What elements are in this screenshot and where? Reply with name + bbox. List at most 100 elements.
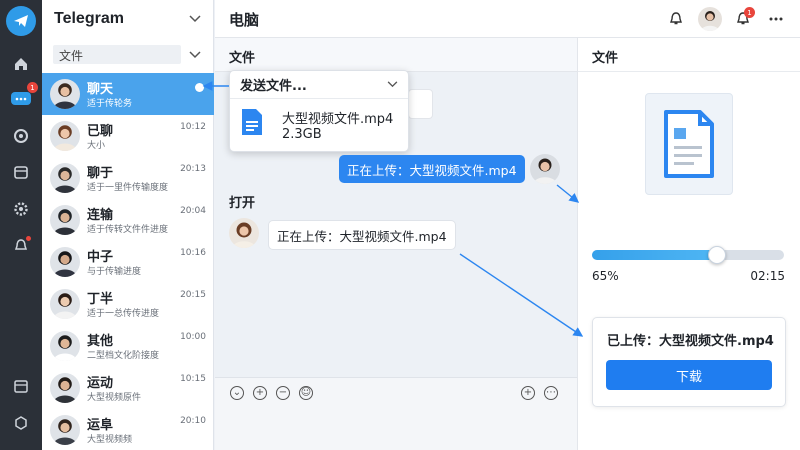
chat-list-item[interactable]: 已聊大小 10:12 [42, 115, 214, 157]
chat-preview: 适于传转文件件进度 [87, 225, 169, 235]
upload-progress-fill [592, 250, 717, 260]
chat-time: 20:10 [180, 416, 206, 426]
conversation-title: 电脑 [229, 11, 260, 29]
chat-name: 聊于 [87, 166, 114, 181]
remove-icon[interactable]: − [276, 386, 290, 400]
popup-file-name: 大型视频文件.mp4 [282, 112, 394, 127]
notifications-icon[interactable] [11, 236, 31, 256]
selected-dot [195, 83, 204, 92]
outgoing-message: 正在上传：大型视频文件.mp4 [339, 155, 525, 183]
progress-handle[interactable] [708, 246, 726, 264]
upload-complete-card: 已上传：大型视频文件.mp4 下载 [592, 317, 786, 407]
avatar [50, 331, 80, 361]
more-icon[interactable] [765, 8, 787, 30]
message-composer[interactable]: ⌄ + − ☺ + ⋯ [215, 377, 577, 450]
chat-list-item[interactable]: 中子与于传输进度 10:16 [42, 241, 214, 283]
avatar [50, 79, 80, 109]
chat-preview: 适于一里件传输度度 [87, 183, 169, 193]
chat-preview: 大小 [87, 141, 106, 151]
conversation-subheader: 文件 [215, 38, 577, 72]
chat-time: 10:00 [180, 332, 206, 342]
attach-add-icon[interactable]: + [521, 386, 535, 400]
chat-list-item[interactable]: 聊天 适于传轮务 [42, 73, 214, 115]
popup-title: 发送文件... [240, 79, 307, 94]
chat-name: 中子 [87, 250, 114, 265]
avatar [229, 218, 259, 248]
message-bubble [408, 89, 433, 119]
chat-name: 已聊 [87, 124, 114, 139]
chat-filter-select[interactable]: 文件 [48, 44, 207, 65]
app-title: Telegram [54, 10, 124, 27]
avatar [50, 247, 80, 277]
document-icon [664, 110, 714, 178]
chat-time: 10:15 [180, 374, 206, 384]
chevron-down-icon[interactable] [387, 81, 398, 88]
chat-name: 其他 [87, 334, 114, 349]
notifications-dot [26, 236, 31, 241]
bell-icon[interactable] [665, 8, 687, 30]
chat-preview: 与于传输进度 [87, 267, 142, 277]
chevron-down-icon [189, 50, 201, 58]
chat-list-item[interactable]: 运阜大型视频频 20:10 [42, 409, 214, 450]
status-icon[interactable] [11, 126, 31, 146]
uploaded-status-text: 已上传：大型视频文件.mp4 [607, 334, 774, 349]
chat-list-item[interactable]: 丁半适于一总传传进度 20:15 [42, 283, 214, 325]
file-panel-title: 文件 [592, 51, 619, 66]
calendar-icon[interactable] [11, 376, 31, 396]
chat-time: 20:04 [180, 206, 206, 216]
avatar [50, 415, 80, 445]
chat-filter-value: 文件 [53, 45, 181, 64]
archive-icon[interactable] [11, 162, 31, 182]
chat-list-panel: Telegram 文件 聊天适于传轮务已聊大小 10:12 聊于适于一里件传输度度 2… [42, 0, 214, 450]
chat-preview: 大型视频频 [87, 435, 133, 445]
home-icon[interactable] [11, 54, 31, 74]
bell-badge: 1 [744, 7, 755, 18]
left-rail: 1 [0, 0, 42, 450]
avatar [50, 163, 80, 193]
chat-time: 10:12 [180, 122, 206, 132]
chat-list-item[interactable]: 运动大型视频原件 10:15 [42, 367, 214, 409]
document-icon [242, 109, 262, 135]
chevron-down-circle-icon[interactable]: ⌄ [230, 386, 244, 400]
file-preview-card [645, 93, 733, 195]
profile-icon[interactable] [11, 413, 31, 433]
popup-file-size: 2.3GB [282, 127, 322, 142]
chat-name: 聊天 [87, 82, 114, 97]
chat-time: 10:16 [180, 248, 206, 258]
upload-progress-bar [592, 246, 784, 264]
chat-preview: 适于一总传传进度 [87, 309, 160, 319]
download-button[interactable]: 下载 [606, 360, 772, 390]
chat-name: 丁半 [87, 292, 114, 307]
chat-list-item[interactable]: 其他二型档文化阶接度 10:00 [42, 325, 214, 367]
top-bar: 电脑 1 [215, 0, 800, 38]
chats-icon[interactable]: 1 [6, 82, 38, 112]
emoji-icon[interactable]: ☺ [299, 386, 313, 400]
more-options-icon[interactable]: ⋯ [544, 386, 558, 400]
incoming-message: 正在上传：大型视频文件.mp4 [268, 220, 456, 250]
avatar [50, 373, 80, 403]
settings-gear-icon[interactable] [11, 199, 31, 219]
add-icon[interactable]: + [253, 386, 267, 400]
chevron-down-icon[interactable] [189, 15, 201, 23]
chat-time: 20:15 [180, 290, 206, 300]
chat-time: 20:13 [180, 164, 206, 174]
chat-list-item[interactable]: 聊于适于一里件传输度度 20:13 [42, 157, 214, 199]
chat-name: 运动 [87, 376, 114, 391]
chats-badge: 1 [27, 82, 38, 93]
avatar[interactable] [698, 7, 722, 31]
avatar [50, 121, 80, 151]
app-logo-icon[interactable] [6, 6, 36, 36]
chat-preview: 大型视频原件 [87, 393, 142, 403]
progress-percent: 65% [592, 269, 619, 283]
section-title: 文件 [229, 51, 256, 66]
file-transfer-panel: 文件 65% 02:15 已上传：大型视频文件.mp4 下载 [577, 38, 800, 450]
chat-preview: 适于传轮务 [87, 99, 133, 109]
notification-bell-icon[interactable]: 1 [732, 7, 755, 30]
avatar [50, 289, 80, 319]
avatar [50, 205, 80, 235]
chat-preview: 二型档文化阶接度 [87, 351, 160, 361]
chat-list-item[interactable]: 连输 适于传转文件件进度 20:04 [42, 199, 214, 241]
avatar [530, 154, 560, 184]
chat-name: 运阜 [87, 418, 114, 433]
open-label: 打开 [229, 196, 256, 211]
